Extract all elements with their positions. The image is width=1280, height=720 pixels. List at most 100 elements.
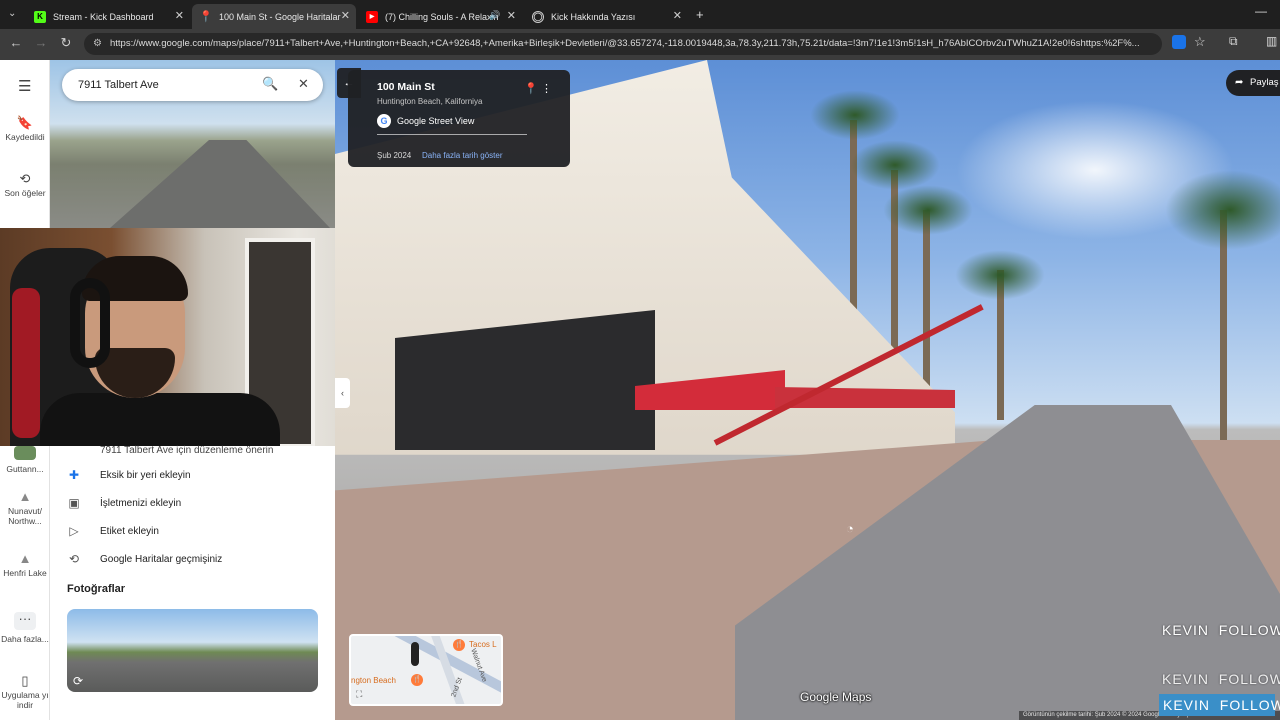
kick-icon: K (34, 10, 46, 23)
rail-recent-item[interactable]: ▲ Henfri Lake (0, 551, 50, 578)
share-label: Paylaş (1250, 77, 1279, 88)
palm-tree (955, 250, 1045, 300)
pin-icon[interactable]: 📍 (524, 82, 538, 95)
tab-youtube[interactable]: ▶ (7) Chilling Souls - A Relaxin 🔊 ✕ (358, 4, 522, 29)
back-arrow-icon[interactable]: ← (7, 35, 25, 50)
share-button[interactable]: ➦ Paylaş (1226, 70, 1280, 96)
close-icon[interactable]: ✕ (673, 9, 682, 22)
maps-history-label: Google Haritalar geçmişiniz (100, 553, 223, 565)
business-icon: ▣ (68, 496, 80, 510)
expand-icon[interactable]: ⛶ (356, 689, 362, 700)
palm-tree (810, 90, 900, 140)
rail-recent-item-label: Henfri Lake (3, 568, 47, 578)
webcam-person-body (40, 393, 280, 446)
history-icon: ⟲ (68, 552, 80, 566)
streamer-webcam-overlay (0, 228, 372, 446)
tab-title: 100 Main St - Google Haritalar (219, 11, 341, 22)
rail-more[interactable]: ··· Daha fazla... (0, 612, 50, 645)
add-business-label: İşletmenizi ekleyin (100, 497, 182, 509)
palm-tree (883, 185, 973, 235)
restaurant-icon: 🍴 (453, 639, 465, 651)
palm-tree (850, 140, 940, 190)
browser-toolbar: ← → ↻ ⚙ https://www.google.com/maps/plac… (0, 29, 1280, 60)
restaurant-icon: 🍴 (411, 674, 423, 686)
bookmark-icon: 🔖 (16, 115, 34, 130)
webcam-chair-accent (12, 288, 40, 438)
more-vertical-icon[interactable]: ⋮ (541, 82, 552, 95)
close-icon[interactable]: ✕ (341, 9, 350, 22)
google-maps-logo: Google Maps (800, 690, 872, 704)
street-view-title: 100 Main St (377, 81, 435, 93)
rail-recent-item-label: Nunavut/ Northw... (7, 506, 43, 526)
tab-google-maps[interactable]: 📍 100 Main St - Google Haritalar ✕ (192, 4, 356, 29)
reload-icon[interactable]: ↻ (57, 35, 75, 51)
360-view-icon: ⟳ (73, 674, 84, 688)
pin-icon: ▲ (18, 551, 32, 566)
street-view-info-card: 100 Main St Huntington Beach, Kaliforniy… (348, 70, 570, 167)
address-bar[interactable]: ⚙ https://www.google.com/maps/place/7911… (84, 33, 1162, 55)
browser-tab-bar: ⌄ K Stream - Kick Dashboard ✕ 📍 100 Main… (0, 0, 1280, 29)
globe-icon: ◯ (532, 10, 544, 23)
search-icon[interactable]: 🔍 (262, 76, 278, 92)
close-icon[interactable]: ✕ (298, 76, 309, 92)
url-text: https://www.google.com/maps/place/7911+T… (110, 38, 1140, 49)
sidebar-icon[interactable]: ▥ (1266, 34, 1277, 48)
rail-recent[interactable]: ⟲ Son öğeler (0, 172, 50, 198)
minimap-label: ngton Beach (351, 676, 396, 685)
rail-recent-label: Son öğeler (4, 188, 46, 198)
more-dates-link[interactable]: Daha fazla tarih göster (422, 151, 503, 160)
tab-title: Stream - Kick Dashboard (53, 11, 154, 22)
tab-title: (7) Chilling Souls - A Relaxin (385, 11, 499, 22)
minimize-icon[interactable]: — (1255, 4, 1267, 18)
add-business[interactable]: ▣ İşletmenizi ekleyin (66, 493, 181, 513)
street-view-brand: G Google Street View (377, 113, 474, 129)
add-place-icon: ✚ (68, 468, 80, 482)
search-box[interactable]: 7911 Talbert Ave 🔍 ✕ (62, 69, 323, 101)
stream-follow-overlay: KEVIN FOLLOW (1159, 694, 1280, 716)
minimap[interactable]: 🍴 Tacos L 🍴 ngton Beach 2nd St Walnut Av… (349, 634, 503, 706)
street-view-photo-card[interactable]: ⟳ (67, 609, 318, 692)
pegman-icon (411, 642, 419, 666)
close-icon[interactable]: ✕ (175, 9, 184, 22)
stream-follow-overlay: KEVIN FOLLOW (1162, 671, 1280, 687)
rail-saved[interactable]: 🔖 Kaydedildi (0, 115, 50, 142)
menu-icon[interactable]: ☰ (18, 77, 31, 95)
street-view-brand-label: Google Street View (397, 116, 475, 126)
bookmark-star-icon[interactable]: ☆ (1194, 34, 1206, 50)
rail-saved-label: Kaydedildi (5, 132, 45, 142)
site-settings-icon[interactable]: ⚙ (93, 33, 102, 55)
suggest-edit-text[interactable]: 7911 Talbert Ave için düzenleme önerin (100, 445, 273, 456)
google-logo-icon: G (377, 114, 391, 128)
extensions-puzzle-icon[interactable]: ⧉ (1229, 34, 1238, 49)
close-icon[interactable]: ✕ (507, 9, 516, 22)
cursor-icon: ◔ (846, 521, 854, 536)
stream-follow-overlay: KEVIN FOLLOW (1162, 622, 1280, 638)
capture-date: Şub 2024 (377, 151, 412, 160)
collapse-panel-button[interactable]: ‹ (335, 378, 350, 408)
rail-recent-item[interactable]: ▲ Nunavut/ Northw... (0, 490, 50, 526)
street-view-subtitle: Huntington Beach, Kaliforniya (377, 97, 483, 106)
extension-icon[interactable] (1172, 35, 1186, 49)
photos-heading: Fotoğraflar (67, 583, 126, 595)
add-label-label: Etiket ekleyin (100, 525, 159, 537)
add-missing-place[interactable]: ✚ Eksik bir yeri ekleyin (66, 465, 191, 485)
rail-recent-item-label: Guttann... (6, 464, 44, 474)
add-label[interactable]: ▷ Etiket ekleyin (66, 521, 159, 541)
speaker-icon[interactable]: 🔊 (489, 10, 500, 21)
maps-history[interactable]: ⟲ Google Haritalar geçmişiniz (66, 549, 222, 569)
place-thumbnail-icon (14, 446, 36, 460)
forward-arrow-icon[interactable]: → (32, 35, 50, 50)
tab-kick-dashboard[interactable]: K Stream - Kick Dashboard ✕ (26, 4, 190, 29)
rail-recent-item[interactable]: Guttann... (0, 446, 50, 474)
new-tab-icon[interactable]: + (696, 7, 704, 22)
add-missing-place-label: Eksik bir yeri ekleyin (100, 469, 191, 481)
place-side-panel: 7911 Talbert Ave 🔍 ✕ 7911 Talbert Ave iç… (0, 60, 372, 720)
youtube-icon: ▶ (366, 10, 378, 23)
search-input[interactable]: 7911 Talbert Ave (78, 69, 159, 101)
tab-list-chevron-icon[interactable]: ⌄ (8, 8, 16, 19)
rail-download-app[interactable]: ▯ Uygulama yı indir (0, 674, 50, 710)
street-view-canvas[interactable]: ← 100 Main St Huntington Beach, Kaliforn… (335, 60, 1280, 720)
headset-icon (70, 278, 110, 368)
tab-kick-article[interactable]: ◯ Kick Hakkında Yazısı ✕ (524, 4, 688, 29)
more-horizontal-icon: ··· (14, 612, 36, 630)
